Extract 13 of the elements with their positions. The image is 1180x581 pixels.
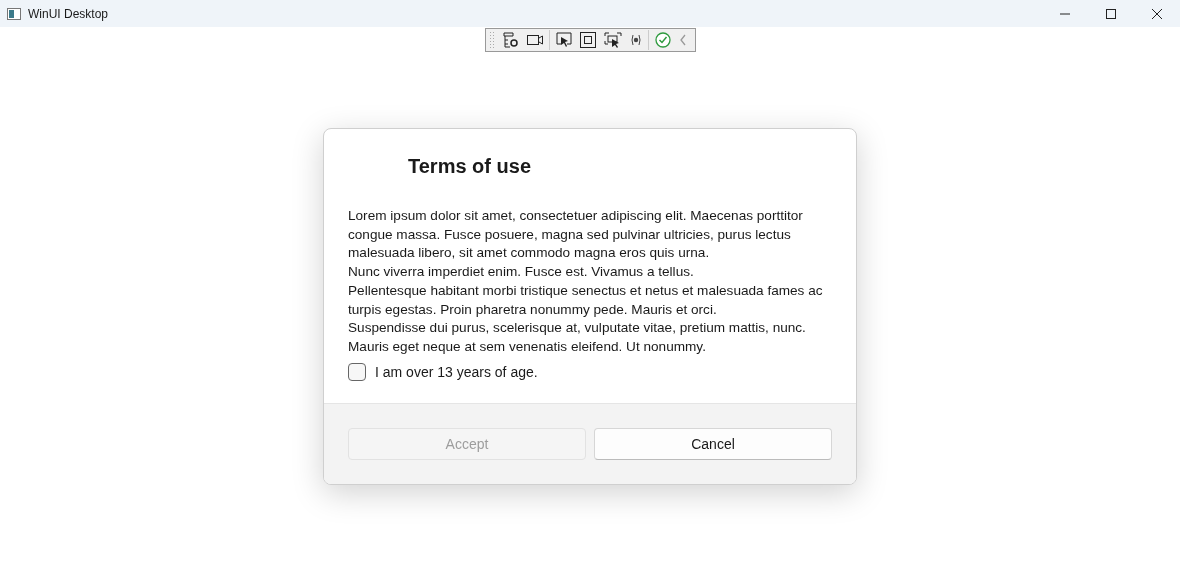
dialog-title: Terms of use (407, 155, 532, 178)
maximize-icon[interactable] (1106, 8, 1116, 19)
window-title: WinUI Desktop (28, 6, 109, 21)
grip-handle[interactable] (488, 31, 495, 49)
app-icon (7, 7, 21, 20)
cancel-button[interactable]: Cancel (594, 427, 832, 460)
close-icon[interactable] (1152, 8, 1162, 19)
checkbox-label[interactable]: I am over 13 years of age. (375, 363, 538, 380)
terms-paragraph: Pellentesque habitant morbi tristique senectus et netus et malesuada fames ac turpis egestas. Proin pharetra nonummy pede. Mauris et orci. (348, 281, 824, 319)
age-checkbox[interactable] (348, 362, 366, 381)
terms-paragraph: Suspendisse dui purus, scelerisque at, vulputate vitae, pretium mattis, nunc. Mauris eget neque at sem venenatis eleifend. Ut nonummy. (348, 319, 807, 356)
terms-paragraph: Lorem ipsum dolor sit amet, consectetuer adipiscing elit. Maecenas porttitor congue massa. Fusce posuere, magna sed pulvinar ultricies, purus lectus malesuada libero, sit amet commodo magna eros quis urna. (348, 207, 804, 263)
terms-paragraph: Nunc viverra imperdiet enim. Fusce est. Vivamus a tellus. (348, 263, 695, 282)
